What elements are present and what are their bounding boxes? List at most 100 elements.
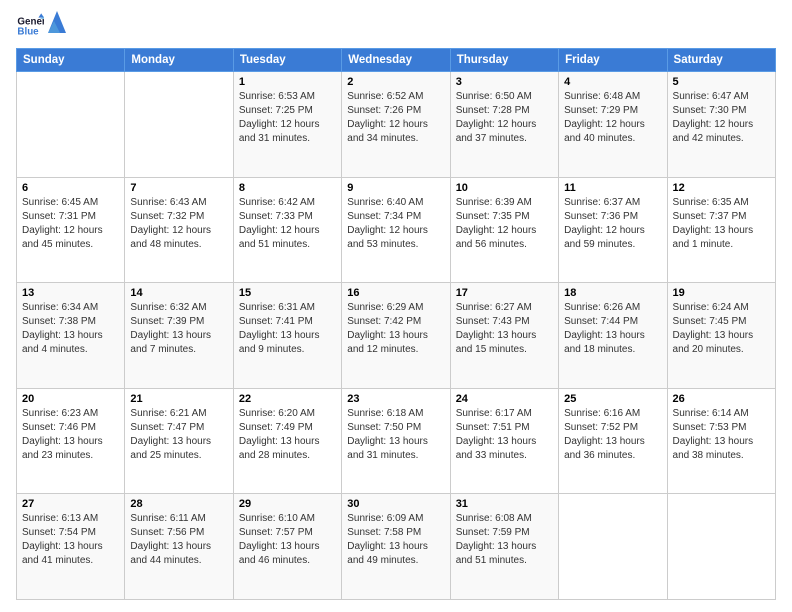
day-info: Sunrise: 6:35 AM Sunset: 7:37 PM Dayligh… — [673, 196, 770, 252]
day-number: 13 — [22, 287, 119, 299]
day-cell: 12 Sunrise: 6:35 AM Sunset: 7:37 PM Dayli… — [667, 177, 775, 283]
day-number: 28 — [130, 498, 227, 510]
day-number: 24 — [456, 393, 553, 405]
day-info: Sunrise: 6:27 AM Sunset: 7:43 PM Dayligh… — [456, 301, 553, 357]
week-row-3: 13 Sunrise: 6:34 AM Sunset: 7:38 PM Dayli… — [17, 283, 776, 389]
day-cell: 11Sunrise: 6:37 AM Sunset: 7:36 PM Dayli… — [559, 177, 667, 283]
day-info: Sunrise: 6:16 AM Sunset: 7:52 PM Dayligh… — [564, 407, 661, 463]
day-cell: 9 Sunrise: 6:40 AM Sunset: 7:34 PM Daylig… — [342, 177, 450, 283]
day-cell: 23 Sunrise: 6:18 AM Sunset: 7:50 PM Dayli… — [342, 388, 450, 494]
day-info: Sunrise: 6:48 AM Sunset: 7:29 PM Dayligh… — [564, 90, 661, 146]
day-info: Sunrise: 6:13 AM Sunset: 7:54 PM Dayligh… — [22, 512, 119, 568]
day-cell: 16 Sunrise: 6:29 AM Sunset: 7:42 PM Dayli… — [342, 283, 450, 389]
day-info: Sunrise: 6:08 AM Sunset: 7:59 PM Dayligh… — [456, 512, 553, 568]
day-number: 20 — [22, 393, 119, 405]
calendar-page: General Blue SundayMondayTuesdayWednesda… — [0, 0, 792, 612]
day-number: 10 — [456, 182, 553, 194]
day-info: Sunrise: 6:43 AM Sunset: 7:32 PM Dayligh… — [130, 196, 227, 252]
day-number: 21 — [130, 393, 227, 405]
day-info: Sunrise: 6:45 AM Sunset: 7:31 PM Dayligh… — [22, 196, 119, 252]
day-cell: 8Sunrise: 6:42 AM Sunset: 7:33 PM Daylig… — [233, 177, 341, 283]
week-row-2: 6 Sunrise: 6:45 AM Sunset: 7:31 PM Daylig… — [17, 177, 776, 283]
day-number: 3 — [456, 76, 553, 88]
day-number: 18 — [564, 287, 661, 299]
day-info: Sunrise: 6:21 AM Sunset: 7:47 PM Dayligh… — [130, 407, 227, 463]
day-cell: 10 Sunrise: 6:39 AM Sunset: 7:35 PM Dayli… — [450, 177, 558, 283]
day-number: 25 — [564, 393, 661, 405]
day-cell — [667, 494, 775, 600]
day-number: 7 — [130, 182, 227, 194]
day-number: 23 — [347, 393, 444, 405]
day-number: 6 — [22, 182, 119, 194]
day-cell: 26Sunrise: 6:14 AM Sunset: 7:53 PM Dayli… — [667, 388, 775, 494]
day-cell: 21 Sunrise: 6:21 AM Sunset: 7:47 PM Dayli… — [125, 388, 233, 494]
day-cell: 31 Sunrise: 6:08 AM Sunset: 7:59 PM Dayli… — [450, 494, 558, 600]
day-number: 27 — [22, 498, 119, 510]
day-cell: 6 Sunrise: 6:45 AM Sunset: 7:31 PM Daylig… — [17, 177, 125, 283]
header-cell-sunday: Sunday — [17, 49, 125, 72]
day-info: Sunrise: 6:32 AM Sunset: 7:39 PM Dayligh… — [130, 301, 227, 357]
day-cell: 27 Sunrise: 6:13 AM Sunset: 7:54 PM Dayli… — [17, 494, 125, 600]
day-cell: 17 Sunrise: 6:27 AM Sunset: 7:43 PM Dayli… — [450, 283, 558, 389]
day-cell — [17, 72, 125, 178]
day-cell: 22Sunrise: 6:20 AM Sunset: 7:49 PM Dayli… — [233, 388, 341, 494]
day-info: Sunrise: 6:42 AM Sunset: 7:33 PM Dayligh… — [239, 196, 336, 252]
day-info: Sunrise: 6:40 AM Sunset: 7:34 PM Dayligh… — [347, 196, 444, 252]
day-number: 5 — [673, 76, 770, 88]
week-row-5: 27 Sunrise: 6:13 AM Sunset: 7:54 PM Dayli… — [17, 494, 776, 600]
day-number: 31 — [456, 498, 553, 510]
day-cell: 3 Sunrise: 6:50 AM Sunset: 7:28 PM Daylig… — [450, 72, 558, 178]
day-info: Sunrise: 6:18 AM Sunset: 7:50 PM Dayligh… — [347, 407, 444, 463]
calendar-table: SundayMondayTuesdayWednesdayThursdayFrid… — [16, 48, 776, 600]
logo-icon: General Blue — [16, 12, 44, 40]
day-number: 14 — [130, 287, 227, 299]
day-number: 22 — [239, 393, 336, 405]
day-info: Sunrise: 6:10 AM Sunset: 7:57 PM Dayligh… — [239, 512, 336, 568]
day-info: Sunrise: 6:09 AM Sunset: 7:58 PM Dayligh… — [347, 512, 444, 568]
logo: General Blue — [16, 12, 66, 40]
day-cell — [125, 72, 233, 178]
day-number: 15 — [239, 287, 336, 299]
header-cell-monday: Monday — [125, 49, 233, 72]
header-row: SundayMondayTuesdayWednesdayThursdayFrid… — [17, 49, 776, 72]
day-number: 19 — [673, 287, 770, 299]
day-cell: 20Sunrise: 6:23 AM Sunset: 7:46 PM Dayli… — [17, 388, 125, 494]
day-info: Sunrise: 6:26 AM Sunset: 7:44 PM Dayligh… — [564, 301, 661, 357]
day-number: 1 — [239, 76, 336, 88]
day-cell: 30 Sunrise: 6:09 AM Sunset: 7:58 PM Dayli… — [342, 494, 450, 600]
day-number: 2 — [347, 76, 444, 88]
day-cell: 7 Sunrise: 6:43 AM Sunset: 7:32 PM Daylig… — [125, 177, 233, 283]
day-info: Sunrise: 6:34 AM Sunset: 7:38 PM Dayligh… — [22, 301, 119, 357]
header-cell-thursday: Thursday — [450, 49, 558, 72]
day-cell: 5Sunrise: 6:47 AM Sunset: 7:30 PM Daylig… — [667, 72, 775, 178]
day-info: Sunrise: 6:39 AM Sunset: 7:35 PM Dayligh… — [456, 196, 553, 252]
day-number: 17 — [456, 287, 553, 299]
day-cell: 2 Sunrise: 6:52 AM Sunset: 7:26 PM Daylig… — [342, 72, 450, 178]
day-info: Sunrise: 6:52 AM Sunset: 7:26 PM Dayligh… — [347, 90, 444, 146]
day-cell: 13 Sunrise: 6:34 AM Sunset: 7:38 PM Dayli… — [17, 283, 125, 389]
day-cell: 29 Sunrise: 6:10 AM Sunset: 7:57 PM Dayli… — [233, 494, 341, 600]
day-cell: 19 Sunrise: 6:24 AM Sunset: 7:45 PM Dayli… — [667, 283, 775, 389]
day-info: Sunrise: 6:31 AM Sunset: 7:41 PM Dayligh… — [239, 301, 336, 357]
day-number: 29 — [239, 498, 336, 510]
day-info: Sunrise: 6:50 AM Sunset: 7:28 PM Dayligh… — [456, 90, 553, 146]
calendar-header: SundayMondayTuesdayWednesdayThursdayFrid… — [17, 49, 776, 72]
header-cell-wednesday: Wednesday — [342, 49, 450, 72]
day-cell: 25 Sunrise: 6:16 AM Sunset: 7:52 PM Dayli… — [559, 388, 667, 494]
week-row-4: 20Sunrise: 6:23 AM Sunset: 7:46 PM Dayli… — [17, 388, 776, 494]
day-number: 9 — [347, 182, 444, 194]
logo-triangle-icon — [48, 11, 66, 33]
day-info: Sunrise: 6:24 AM Sunset: 7:45 PM Dayligh… — [673, 301, 770, 357]
day-number: 16 — [347, 287, 444, 299]
day-cell: 24Sunrise: 6:17 AM Sunset: 7:51 PM Dayli… — [450, 388, 558, 494]
day-number: 30 — [347, 498, 444, 510]
day-info: Sunrise: 6:29 AM Sunset: 7:42 PM Dayligh… — [347, 301, 444, 357]
day-cell: 1 Sunrise: 6:53 AM Sunset: 7:25 PM Daylig… — [233, 72, 341, 178]
header-cell-tuesday: Tuesday — [233, 49, 341, 72]
day-info: Sunrise: 6:37 AM Sunset: 7:36 PM Dayligh… — [564, 196, 661, 252]
calendar-body: 1 Sunrise: 6:53 AM Sunset: 7:25 PM Daylig… — [17, 72, 776, 600]
day-info: Sunrise: 6:53 AM Sunset: 7:25 PM Dayligh… — [239, 90, 336, 146]
day-cell: 28Sunrise: 6:11 AM Sunset: 7:56 PM Dayli… — [125, 494, 233, 600]
day-info: Sunrise: 6:14 AM Sunset: 7:53 PM Dayligh… — [673, 407, 770, 463]
day-number: 12 — [673, 182, 770, 194]
